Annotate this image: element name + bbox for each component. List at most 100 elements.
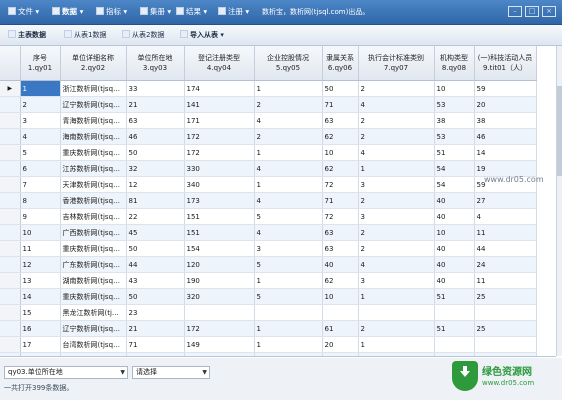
table-cell[interactable] — [184, 304, 255, 321]
table-row[interactable]: 13 湖南数析网(tjsq… 43 190 1 62 3 40 11 — [0, 272, 537, 289]
table-cell[interactable]: 63 — [126, 112, 185, 129]
scroll-thumb[interactable] — [557, 86, 562, 176]
table-cell[interactable]: 3 — [20, 112, 61, 129]
table-cell[interactable]: 40 — [434, 272, 475, 289]
table-cell[interactable]: 44 — [126, 256, 185, 273]
table-cell[interactable]: 5 — [254, 256, 323, 273]
table-cell[interactable]: 重庆数析网(tjsq… — [60, 240, 127, 257]
table-cell[interactable]: 172 — [184, 320, 255, 337]
row-indicator[interactable] — [0, 304, 21, 321]
table-cell[interactable]: 辽宁数析网(tjsq… — [60, 96, 127, 113]
table-cell[interactable]: 5 — [254, 208, 323, 225]
table-cell[interactable]: 50 — [126, 144, 185, 161]
table-cell[interactable]: 1 — [254, 272, 323, 289]
table-row[interactable]: 9 吉林数析网(tjsq… 22 151 5 72 3 40 4 — [0, 208, 537, 225]
table-cell[interactable]: 120 — [184, 256, 255, 273]
table-row[interactable]: 10 广西数析网(tjsq… 45 151 4 63 2 10 11 — [0, 224, 537, 241]
table-cell[interactable]: 2 — [358, 240, 435, 257]
row-indicator[interactable] — [0, 320, 21, 337]
row-indicator[interactable] — [0, 144, 21, 161]
sub-table1-button[interactable]: 从表1数据 — [64, 29, 106, 41]
table-cell[interactable]: 13 — [20, 272, 61, 289]
table-cell[interactable]: 辽宁数析网(tjsq… — [60, 320, 127, 337]
table-cell[interactable]: 吉林数析网(tjsq… — [60, 208, 127, 225]
table-cell[interactable]: 1 — [254, 80, 323, 97]
column-header[interactable]: 单位所在地 3.qy03 — [126, 46, 185, 81]
column-header[interactable]: 隶属关系 6.qy06 — [322, 46, 359, 81]
table-row[interactable]: 18北京数析网(tjsq…1117221025125 — [0, 352, 537, 356]
sub-table2-button[interactable]: 从表2数据 — [122, 29, 164, 41]
row-indicator[interactable] — [0, 240, 21, 257]
column-header[interactable]: 登记注册类型 4.qy04 — [184, 46, 255, 81]
table-row[interactable]: 3 青海数析网(tjsq… 63 171 4 63 2 38 38 — [0, 112, 537, 129]
table-cell[interactable]: 青海数析网(tjsq… — [60, 112, 127, 129]
table-cell[interactable]: 51 — [434, 320, 475, 337]
table-cell[interactable]: 25 — [474, 320, 537, 337]
table-cell[interactable]: 54 — [434, 176, 475, 193]
table-cell[interactable]: 46 — [474, 128, 537, 145]
table-cell[interactable]: 40 — [434, 240, 475, 257]
table-cell[interactable]: 21 — [126, 320, 185, 337]
table-cell[interactable]: 51 — [434, 352, 475, 356]
table-cell[interactable]: 62 — [322, 272, 359, 289]
value-select[interactable]: 请选择 ▼ — [132, 366, 210, 379]
row-indicator[interactable]: ▶ — [0, 80, 21, 97]
table-cell[interactable]: 24 — [474, 256, 537, 273]
table-cell[interactable]: 16 — [20, 320, 61, 337]
column-header[interactable]: 序号 1.qy01 — [20, 46, 61, 81]
table-cell[interactable]: 5 — [20, 144, 61, 161]
table-cell[interactable]: 5 — [254, 288, 323, 305]
table-cell[interactable]: 38 — [474, 112, 537, 129]
table-cell[interactable]: 14 — [20, 288, 61, 305]
table-cell[interactable]: 63 — [322, 112, 359, 129]
table-cell[interactable]: 51 — [434, 144, 475, 161]
table-cell[interactable]: 1 — [254, 320, 323, 337]
table-cell[interactable]: 54 — [434, 160, 475, 177]
minimize-icon[interactable]: – — [508, 6, 522, 17]
table-cell[interactable]: 45 — [126, 224, 185, 241]
menu-result[interactable]: 结果 ▾ — [176, 5, 207, 19]
row-indicator[interactable] — [0, 160, 21, 177]
table-cell[interactable]: 172 — [184, 352, 255, 356]
table-cell[interactable]: 63 — [322, 224, 359, 241]
row-indicator[interactable] — [0, 208, 21, 225]
row-indicator[interactable] — [0, 128, 21, 145]
table-cell[interactable]: 62 — [322, 160, 359, 177]
menu-register[interactable]: 注册 ▾ — [218, 5, 249, 19]
table-cell[interactable]: 44 — [474, 240, 537, 257]
table-cell[interactable]: 20 — [474, 96, 537, 113]
table-row[interactable]: 17 台湾数析网(tjsq… 71 149 1 20 1 — [0, 336, 537, 353]
row-indicator[interactable] — [0, 176, 21, 193]
table-cell[interactable]: 53 — [434, 96, 475, 113]
table-cell[interactable] — [474, 304, 537, 321]
table-row[interactable]: ▶ 1 浙江数析网(tjsq… 33 174 1 50 2 10 59 — [0, 80, 537, 97]
table-cell[interactable]: 北京数析网(tjsq… — [60, 352, 127, 356]
vertical-scrollbar[interactable] — [556, 46, 562, 356]
table-cell[interactable]: 黑龙江数析网(tj… — [60, 304, 127, 321]
table-cell[interactable]: 171 — [184, 112, 255, 129]
table-cell[interactable]: 72 — [322, 208, 359, 225]
table-cell[interactable]: 174 — [184, 80, 255, 97]
table-row[interactable]: 12 广东数析网(tjsq… 44 120 5 40 4 40 24 — [0, 256, 537, 273]
table-cell[interactable]: 1 — [358, 160, 435, 177]
table-cell[interactable]: 2 — [358, 80, 435, 97]
table-cell[interactable]: 71 — [322, 192, 359, 209]
table-cell[interactable]: 4 — [254, 112, 323, 129]
column-header[interactable]: 企业控股情况 5.qy05 — [254, 46, 323, 81]
table-cell[interactable]: 61 — [322, 320, 359, 337]
table-cell[interactable]: 71 — [126, 336, 185, 353]
table-cell[interactable]: 23 — [126, 304, 185, 321]
table-cell[interactable]: 3 — [358, 272, 435, 289]
table-cell[interactable]: 重庆数析网(tjsq… — [60, 144, 127, 161]
table-cell[interactable]: 43 — [126, 272, 185, 289]
table-cell[interactable]: 63 — [322, 240, 359, 257]
row-indicator[interactable] — [0, 288, 21, 305]
column-header[interactable]: 机构类型 8.qy08 — [434, 46, 475, 81]
table-cell[interactable]: 27 — [474, 192, 537, 209]
table-cell[interactable]: 62 — [322, 128, 359, 145]
table-cell[interactable]: 天津数析网(tjsq… — [60, 176, 127, 193]
table-cell[interactable]: 4 — [474, 208, 537, 225]
table-cell[interactable] — [474, 336, 537, 353]
table-row[interactable]: 8 香港数析网(tjsq… 81 173 4 71 2 40 27 — [0, 192, 537, 209]
table-cell[interactable]: 香港数析网(tjsq… — [60, 192, 127, 209]
